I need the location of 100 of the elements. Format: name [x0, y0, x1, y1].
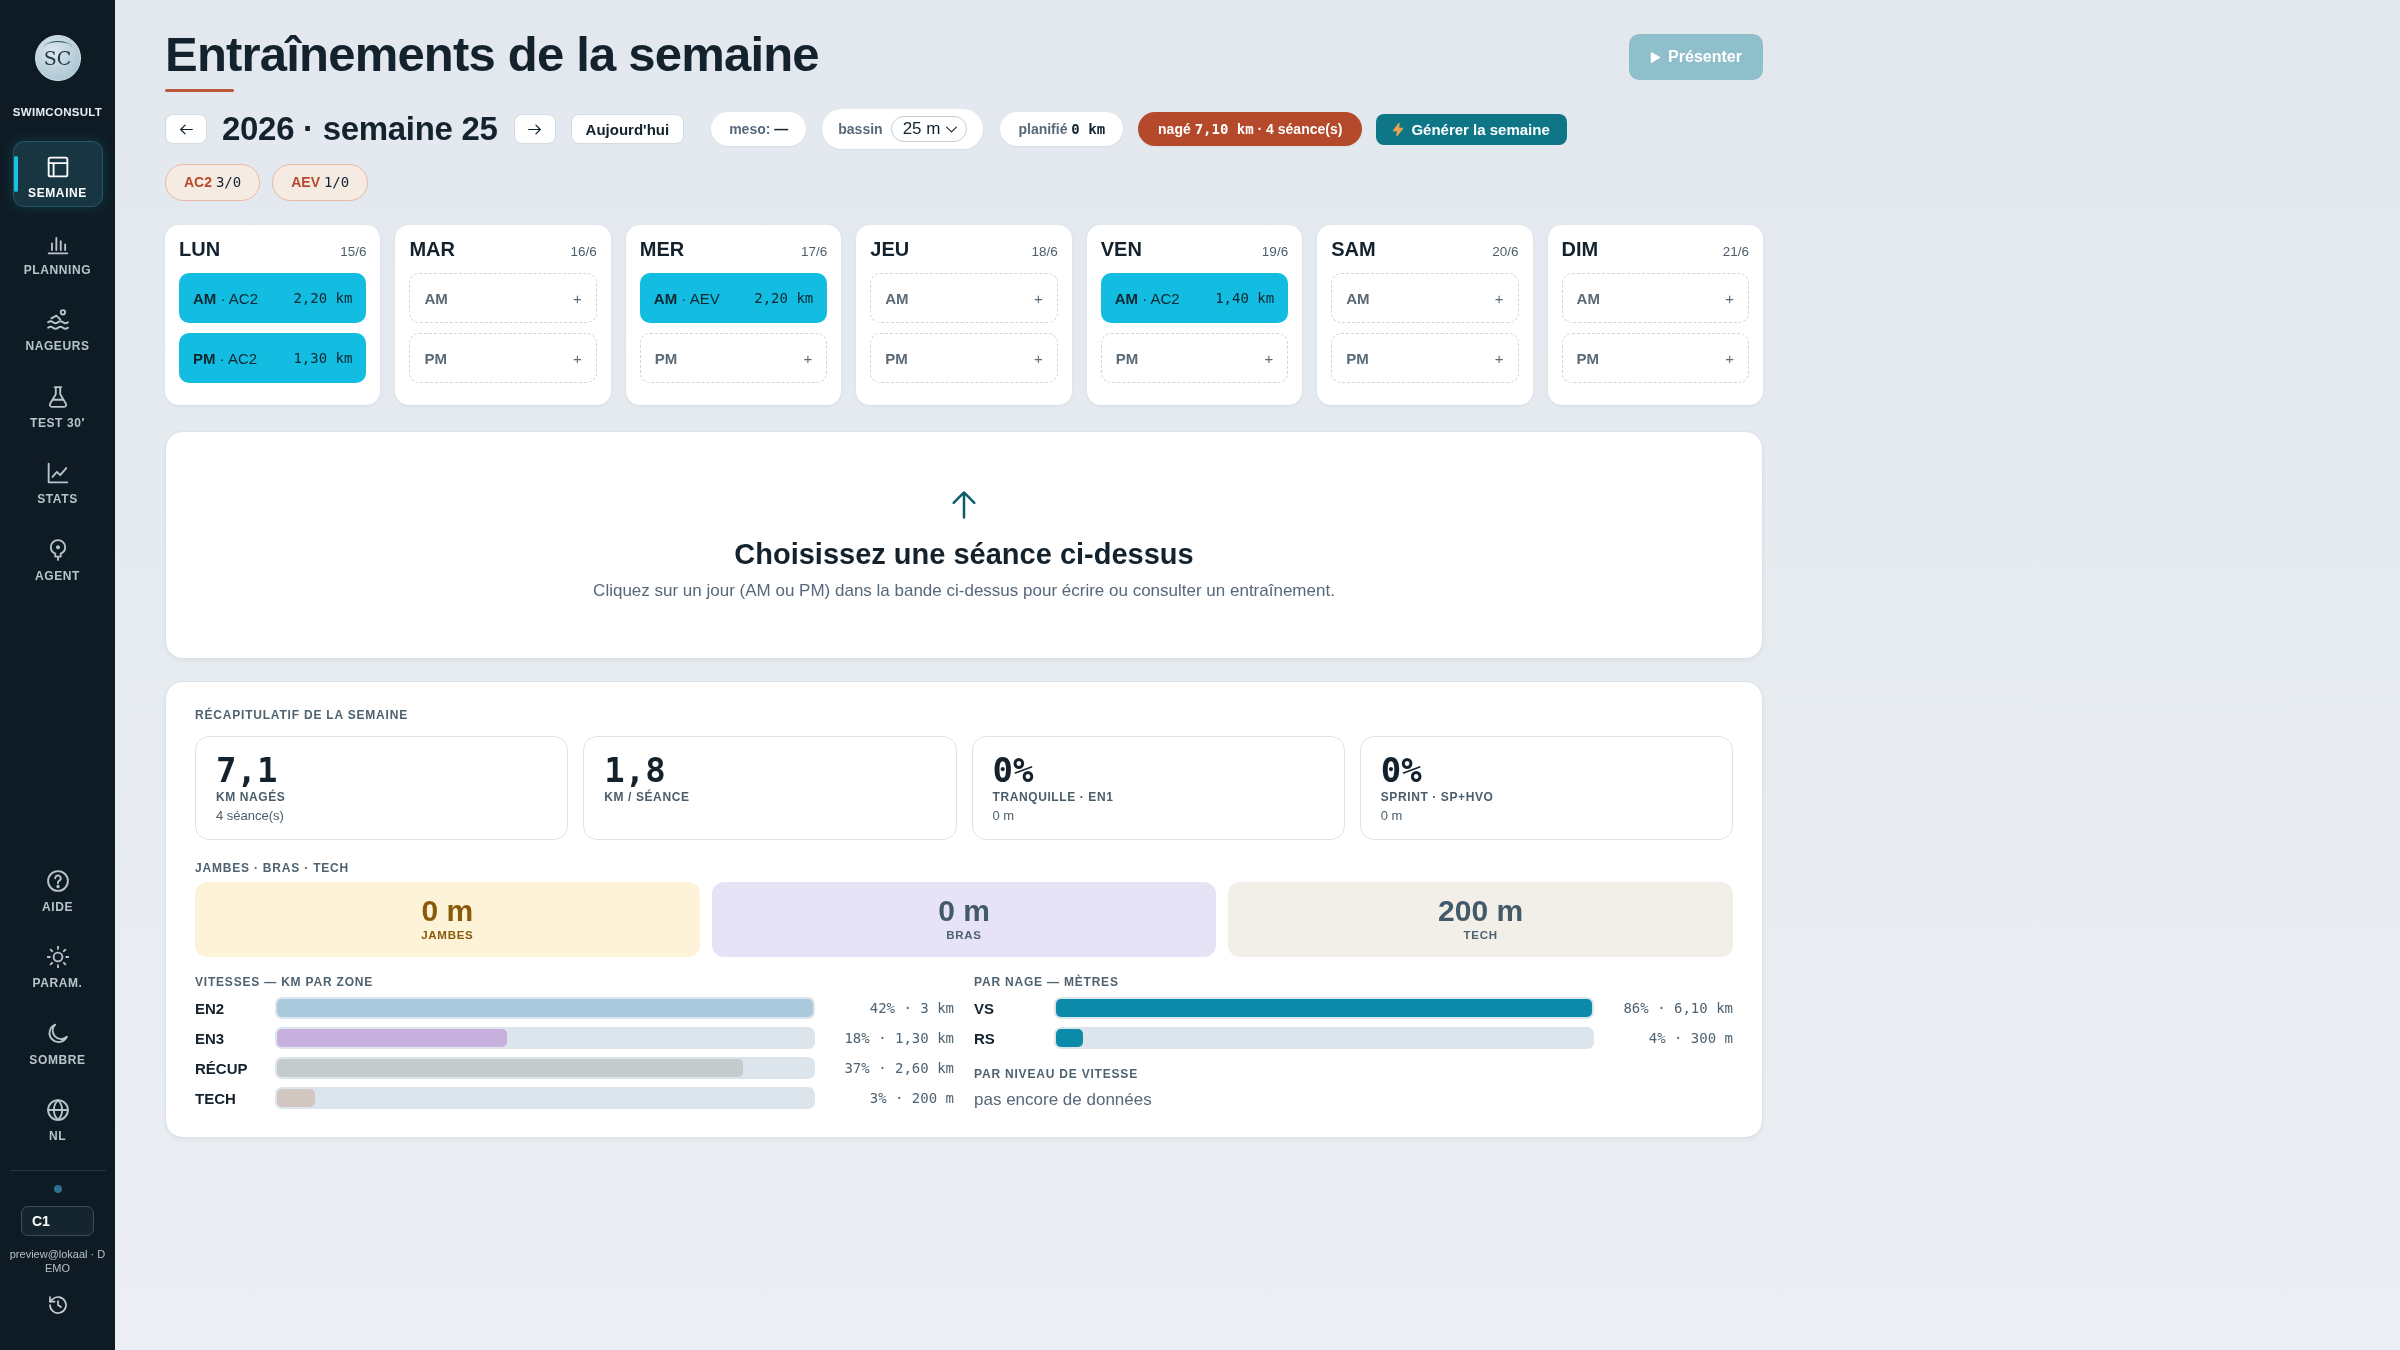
next-week-button[interactable] — [513, 114, 556, 144]
zone-reading: 18% · 1,30 km — [843, 1030, 954, 1046]
day-date: 18/6 — [1031, 243, 1058, 261]
day-date: 15/6 — [340, 243, 367, 261]
sidebar-item[interactable]: AGENT — [12, 523, 103, 590]
session-slot[interactable]: PM · AC2 1,30 km — [179, 333, 367, 383]
chevron-down-icon — [946, 125, 958, 133]
add-session-slot[interactable]: AM + — [1331, 273, 1519, 323]
zone-reading: 37% · 2,60 km — [843, 1060, 954, 1076]
add-session-slot[interactable]: PM + — [1561, 333, 1749, 383]
stat-value: 7,1 — [216, 751, 278, 789]
add-session-slot[interactable]: PM + — [1100, 333, 1289, 383]
day-name: MAR — [409, 237, 455, 261]
play-icon — [1650, 51, 1662, 63]
stat-value: 0% — [992, 751, 1035, 789]
stroke-label: VS — [974, 999, 995, 1017]
sidebar-item[interactable]: SEMAINE — [12, 141, 103, 207]
day-date: 19/6 — [1261, 243, 1289, 261]
account-button[interactable]: C1 — [21, 1206, 94, 1236]
account-email: preview@lokaal · DEMO — [8, 1247, 107, 1275]
speeds-title: VITESSES — KM PAR ZONE — [195, 974, 375, 990]
day-date: 20/6 — [1492, 243, 1519, 261]
zone-tag: AC2 3/0 — [165, 164, 261, 201]
stat-note: 4 séance(s) — [216, 808, 285, 824]
day-name: LUN — [179, 237, 221, 261]
add-session-slot[interactable]: PM + — [639, 333, 828, 383]
add-session-slot[interactable]: PM + — [409, 333, 597, 383]
drill-label: BRAS — [946, 928, 982, 942]
previous-week-button[interactable] — [165, 114, 207, 144]
week-label: 2026 · semaine 25 — [222, 109, 498, 149]
empty-state-text: Cliquez sur un jour (AM ou PM) dans la bande ci-dessus pour écrire ou consulter un entraînement. — [593, 580, 1335, 602]
day-name: MER — [639, 237, 685, 261]
drill-value: 200 m — [1438, 894, 1524, 928]
drill-value: 0 m — [421, 894, 474, 928]
meso-status: meso: — — [711, 112, 807, 146]
zone-reading: 3% · 200 m — [868, 1090, 954, 1106]
zone-label: RÉCUP — [195, 1059, 249, 1077]
day-date: 21/6 — [1722, 243, 1749, 261]
history-icon[interactable] — [47, 1295, 68, 1315]
zone-reading: 42% · 3 km — [868, 1000, 954, 1016]
zone-label: EN2 — [195, 999, 226, 1017]
day-name: JEU — [870, 237, 910, 261]
session-slot[interactable]: AM · AEV 2,20 km — [639, 273, 828, 323]
stroke-reading: 86% · 6,10 km — [1622, 1000, 1733, 1016]
stat-note: 0 m — [992, 808, 1016, 824]
bolt-icon — [1393, 122, 1404, 136]
pool-label: bassin — [838, 121, 883, 137]
today-button[interactable]: Aujourd'hui — [570, 114, 685, 144]
sidebar-item[interactable]: PLANNING — [12, 217, 103, 284]
arrow-left-icon — [179, 123, 193, 135]
layout-icon — [46, 156, 69, 178]
empty-state-title: Choisissez une séance ci-dessus — [734, 537, 1194, 572]
brand-logo: SC — [34, 35, 81, 81]
drills-title: JAMBES · BRAS · TECH — [195, 861, 350, 875]
arrow-right-icon — [528, 123, 542, 135]
add-session-slot[interactable]: AM + — [409, 273, 597, 323]
add-session-slot[interactable]: AM + — [870, 273, 1058, 323]
swimmer-icon — [46, 309, 69, 331]
sun-icon — [46, 946, 69, 968]
drill-value: 0 m — [938, 894, 990, 928]
line-chart-icon — [46, 462, 69, 484]
stroke-label: RS — [974, 1029, 996, 1047]
stat-note: 0 m — [1380, 808, 1404, 824]
session-slot[interactable]: AM · AC2 2,20 km — [179, 273, 367, 323]
sidebar-item[interactable]: SOMBRE — [12, 1007, 103, 1074]
sidebar-item[interactable]: PARAM. — [12, 931, 103, 997]
day-name: SAM — [1331, 237, 1376, 261]
page-title: Entraînements de la semaine — [165, 26, 819, 82]
session-slot[interactable]: AM · AC2 1,40 km — [1100, 273, 1289, 323]
swum-distance: nagé 7,10 km · 4 séance(s) — [1138, 112, 1363, 146]
stat-label: TRANQUILLE · EN1 — [992, 790, 1115, 805]
add-session-slot[interactable]: PM + — [1331, 333, 1519, 383]
stat-value: 0% — [1380, 751, 1423, 789]
planned-distance: planifié 0 km — [1000, 112, 1124, 146]
drill-label: JAMBES — [421, 928, 474, 942]
sidebar-item[interactable]: STATS — [12, 447, 103, 513]
brand-name: SWIMCONSULT — [12, 105, 103, 119]
stat-label: SPRINT · SP+HVO — [1380, 790, 1495, 805]
sidebar-item[interactable]: NAGEURS — [12, 294, 103, 360]
sidebar-item[interactable]: NL — [12, 1084, 103, 1150]
add-session-slot[interactable]: AM + — [1561, 273, 1749, 323]
stat-value: 1,8 — [604, 751, 666, 789]
globe-icon — [46, 1099, 69, 1121]
speed-levels-title: PAR NIVEAU DE VITESSE — [974, 1067, 1139, 1081]
day-date: 17/6 — [801, 243, 828, 261]
flask-icon — [46, 385, 69, 408]
add-session-slot[interactable]: PM + — [870, 333, 1058, 383]
stroke-reading: 4% · 300 m — [1647, 1030, 1733, 1046]
zone-label: EN3 — [195, 1029, 226, 1047]
day-name: DIM — [1561, 237, 1599, 261]
sidebar-item[interactable]: AIDE — [12, 854, 103, 921]
day-date: 16/6 — [570, 243, 597, 261]
drill-label: TECH — [1463, 928, 1498, 942]
summary-title: RÉCAPITULATIF DE LA SEMAINE — [195, 707, 409, 723]
status-dot-icon — [53, 1185, 62, 1193]
stat-label: KM NAGÉS — [216, 790, 287, 805]
generate-week-button[interactable]: Générer la semaine — [1376, 113, 1567, 145]
zone-tag: AEV 1/0 — [272, 164, 369, 201]
sidebar-item[interactable]: TEST 30′ — [12, 370, 103, 437]
help-icon — [46, 869, 69, 892]
